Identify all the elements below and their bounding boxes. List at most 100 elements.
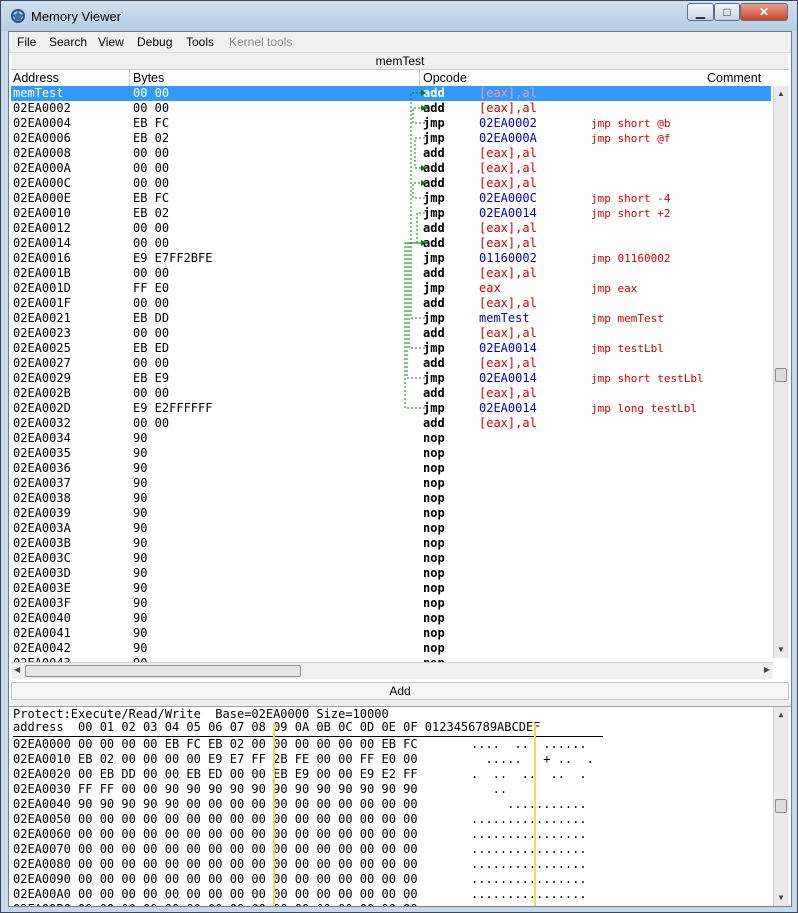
hex-bytes: EB 02 00 00 00 00 E9 E7 FF 2B FE 00 00 F… (78, 752, 418, 766)
menu-debug[interactable]: Debug (137, 35, 172, 49)
header-address[interactable]: Address (13, 71, 59, 85)
pane-splitter[interactable] (9, 700, 791, 707)
instruction-row[interactable]: 02EA0038 90 nop (11, 491, 771, 506)
disassembler-scrollbar[interactable]: ▲ ▼ (773, 86, 789, 658)
hex-column-separator (273, 723, 275, 906)
instruction-opcode: nop (423, 461, 445, 475)
instruction-bytes: 00 00 (133, 386, 170, 400)
instruction-row[interactable]: 02EA0041 90 nop (11, 626, 771, 641)
hex-address: 02EA0000 (13, 737, 71, 751)
instruction-operand: eax (479, 281, 501, 295)
instruction-bytes: 00 00 (133, 326, 170, 340)
instruction-row[interactable]: 02EA0035 90 nop (11, 446, 771, 461)
header-divider[interactable] (419, 70, 420, 86)
scroll-thumb[interactable] (775, 799, 787, 813)
hex-row[interactable]: 02EA0050 00 00 00 00 00 00 00 00 00 00 0… (13, 812, 587, 827)
instruction-opcode: nop (423, 476, 445, 490)
header-bytes[interactable]: Bytes (133, 71, 164, 85)
hex-row[interactable]: 02EA0090 00 00 00 00 00 00 00 00 00 00 0… (13, 872, 587, 887)
instruction-bytes: 00 00 (133, 236, 170, 250)
instruction-row[interactable]: 02EA003C 90 nop (11, 551, 771, 566)
menu-view[interactable]: View (98, 35, 124, 49)
instruction-row[interactable]: 02EA0040 90 nop (11, 611, 771, 626)
hex-row[interactable]: 02EA0010 EB 02 00 00 00 00 E9 E7 FF 2B F… (13, 752, 594, 767)
hex-bytes: 00 00 00 00 00 00 00 00 00 00 00 00 00 0… (78, 827, 418, 841)
scroll-thumb[interactable] (775, 368, 787, 382)
scroll-right-arrow[interactable]: ▶ (764, 665, 770, 674)
maximize-button[interactable]: □ (714, 3, 740, 21)
horizontal-scroll-thumb[interactable] (25, 665, 301, 677)
scroll-down-arrow[interactable]: ▼ (775, 644, 787, 656)
hex-row[interactable]: 02EA0070 00 00 00 00 00 00 00 00 00 00 0… (13, 842, 587, 857)
hex-row[interactable]: 02EA0040 90 90 90 90 90 00 00 00 00 00 0… (13, 797, 587, 812)
instruction-address: 02EA001F (13, 296, 71, 310)
instruction-row[interactable]: 02EA0037 90 nop (11, 476, 771, 491)
window-title: Memory Viewer (31, 9, 122, 24)
hex-row[interactable]: 02EA00B0 00 00 00 00 00 00 00 00 00 00 0… (13, 902, 587, 906)
add-bar[interactable]: Add (11, 682, 789, 700)
instruction-row[interactable]: 02EA003B 90 nop (11, 536, 771, 551)
scroll-up-arrow[interactable]: ▲ (775, 88, 787, 100)
jump-arrow-line (410, 92, 425, 319)
instruction-bytes: 00 00 (133, 101, 170, 115)
hex-row[interactable]: 02EA0060 00 00 00 00 00 00 00 00 00 00 0… (13, 827, 587, 842)
instruction-operand: [eax],al (479, 266, 537, 280)
header-opcode[interactable]: Opcode (423, 71, 467, 85)
instruction-row[interactable]: 02EA0036 90 nop (11, 461, 771, 476)
instruction-bytes: 90 (133, 536, 148, 550)
title-bar[interactable]: Memory Viewer ▁ □ ✕ (1, 1, 797, 31)
close-button[interactable]: ✕ (740, 3, 788, 21)
hex-ascii: . .. .. .. . (471, 767, 587, 781)
instruction-bytes: 00 00 (133, 86, 170, 100)
instruction-address: 02EA0004 (13, 116, 71, 130)
hex-address: 02EA0020 (13, 767, 71, 781)
instruction-address: 02EA0038 (13, 491, 71, 505)
instruction-row[interactable]: 02EA003E 90 nop (11, 581, 771, 596)
instruction-address: 02EA003C (13, 551, 71, 565)
hex-bytes: 00 00 00 00 00 00 00 00 00 00 00 00 00 0… (78, 842, 418, 856)
instruction-row[interactable]: 02EA0039 90 nop (11, 506, 771, 521)
instruction-address: 02EA003E (13, 581, 71, 595)
scroll-down-arrow[interactable]: ▼ (775, 892, 787, 904)
hex-ascii: .. (471, 782, 508, 796)
instruction-bytes: 00 00 (133, 356, 170, 370)
instruction-bytes: 00 00 (133, 416, 170, 430)
instruction-address: 02EA000E (13, 191, 71, 205)
hex-bytes: 00 00 00 00 00 00 00 00 00 00 00 00 00 0… (78, 872, 418, 886)
disassembler-view[interactable]: Address Bytes Opcode Comment memTest 00 0… (11, 70, 789, 680)
instruction-comment: jmp short @b (591, 117, 671, 130)
jump-arrows (404, 90, 426, 409)
menu-tools[interactable]: Tools (186, 35, 214, 49)
hex-row[interactable]: 02EA0080 00 00 00 00 00 00 00 00 00 00 0… (13, 857, 587, 872)
jump-arrow-head (421, 105, 426, 111)
hex-row[interactable]: 02EA0000 00 00 00 00 EB FC EB 02 00 00 0… (13, 737, 587, 752)
scroll-up-arrow[interactable]: ▲ (775, 709, 787, 721)
instruction-bytes: 00 00 (133, 146, 170, 160)
instruction-row[interactable]: 02EA003D 90 nop (11, 566, 771, 581)
horizontal-scrollbar[interactable]: ◀ ▶ (11, 662, 773, 679)
instruction-row[interactable]: 02EA0042 90 nop (11, 641, 771, 656)
instruction-opcode: nop (423, 521, 445, 535)
instruction-address: 02EA0025 (13, 341, 71, 355)
hex-row[interactable]: 02EA0020 00 EB DD 00 00 EB ED 00 00 EB E… (13, 767, 587, 782)
instruction-bytes: EB E9 (133, 371, 170, 385)
menu-search[interactable]: Search (49, 35, 87, 49)
minimize-button[interactable]: ▁ (687, 3, 714, 21)
instruction-operand: [eax],al (479, 236, 537, 250)
hex-scrollbar[interactable]: ▲ ▼ (773, 707, 789, 906)
hex-row[interactable]: 02EA00A0 00 00 00 00 00 00 00 00 00 00 0… (13, 887, 587, 902)
hex-row[interactable]: 02EA0030 FF FF 00 00 90 90 90 90 90 90 9… (13, 782, 507, 797)
hex-address: 02EA0090 (13, 872, 71, 886)
header-divider[interactable] (129, 70, 130, 86)
instruction-operand: [eax],al (479, 221, 537, 235)
header-comment[interactable]: Comment (707, 71, 761, 85)
hex-address: 02EA0050 (13, 812, 71, 826)
hex-address: 02EA0030 (13, 782, 71, 796)
instruction-row[interactable]: 02EA003A 90 nop (11, 521, 771, 536)
hex-view[interactable]: Protect:Execute/Read/Write Base=02EA0000… (11, 707, 789, 906)
hex-ascii: .... .. ...... (471, 737, 587, 751)
instruction-row[interactable]: 02EA003F 90 nop (11, 596, 771, 611)
scroll-left-arrow[interactable]: ◀ (14, 665, 20, 674)
menu-file[interactable]: File (17, 35, 36, 49)
menu-kernel-tools[interactable]: Kernel tools (229, 35, 292, 49)
